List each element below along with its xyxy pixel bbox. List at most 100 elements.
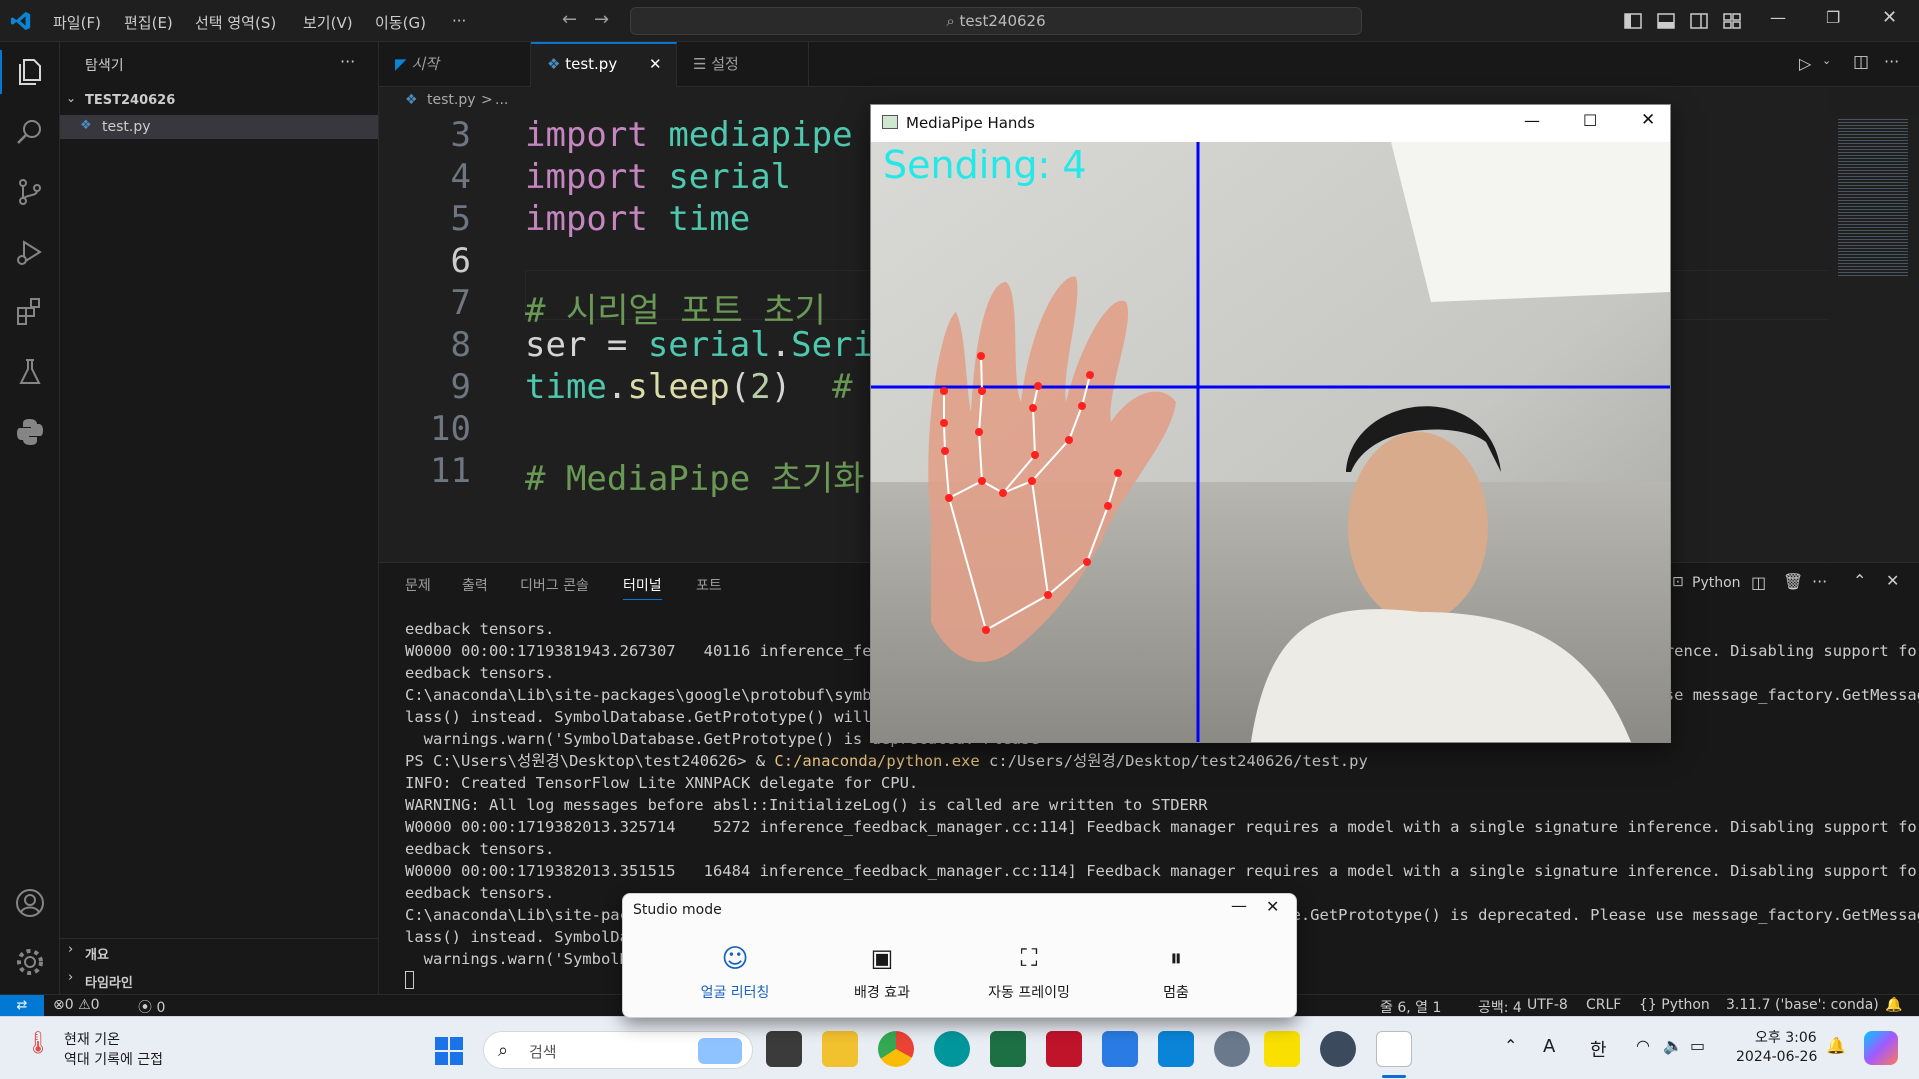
timeline-section[interactable]: › 타임라인	[60, 968, 378, 992]
tab-test-py[interactable]: ❖ test.py ✕	[531, 42, 677, 87]
folder-row[interactable]: ⌄ TEST240626	[60, 90, 378, 112]
close-panel-icon[interactable]: ✕	[1886, 571, 1899, 590]
vscode-logo-icon[interactable]	[10, 10, 32, 32]
clock-time[interactable]: 오후 3:06	[1755, 1027, 1817, 1047]
studio-effects-icon[interactable]	[1320, 1031, 1356, 1067]
kakaotalk-icon[interactable]	[1264, 1031, 1300, 1067]
language-mode[interactable]: {} Python	[1639, 997, 1710, 1013]
close-icon[interactable]: ✕	[1266, 897, 1279, 916]
thermometer-icon[interactable]: 🌡	[24, 1031, 52, 1056]
split-terminal-icon[interactable]: ◫	[1751, 573, 1766, 592]
menu-go[interactable]: 이동(G)	[375, 12, 426, 33]
extensions-icon[interactable]	[14, 296, 46, 328]
minimize-icon[interactable]: —	[1770, 8, 1786, 27]
weather-subtitle[interactable]: 역대 기록에 근접	[64, 1049, 163, 1069]
menu-file[interactable]: 파일(F)	[53, 12, 101, 33]
encoding[interactable]: UTF-8	[1527, 997, 1568, 1013]
ime-korean[interactable]: 한	[1590, 1036, 1607, 1062]
toggle-panel-icon[interactable]	[1657, 12, 1675, 30]
toggle-secondary-sidebar-icon[interactable]	[1690, 12, 1708, 30]
menu-more[interactable]: ···	[452, 12, 466, 30]
manage-gear-icon[interactable]	[14, 946, 46, 978]
battery-icon[interactable]: ▭	[1690, 1036, 1705, 1055]
task-view-icon[interactable]	[766, 1031, 802, 1067]
panel-tab-ports[interactable]: 포트	[696, 575, 722, 595]
blank-window-icon[interactable]	[1376, 1031, 1412, 1067]
face-retouch-option[interactable]: ☺ 얼굴 리터칭	[675, 944, 795, 1002]
sidebar-more-button[interactable]: ···	[340, 52, 355, 71]
notifications-bell-icon[interactable]: 🔔	[1885, 997, 1902, 1013]
mediapipe-titlebar[interactable]: MediaPipe Hands — ☐ ✕	[871, 105, 1670, 142]
remote-indicator-icon[interactable]: ⇄	[0, 995, 44, 1016]
customize-layout-icon[interactable]	[1723, 12, 1741, 30]
maximize-icon[interactable]: ☐	[1583, 111, 1597, 130]
menu-view[interactable]: 보기(V)	[303, 12, 353, 33]
python-icon[interactable]	[14, 416, 46, 448]
maximize-panel-icon[interactable]: ⌃	[1853, 571, 1866, 590]
source-control-icon[interactable]	[14, 176, 46, 208]
search-icon[interactable]	[14, 116, 46, 148]
weather-title[interactable]: 현재 기온	[64, 1029, 120, 1049]
panel-tab-debug-console[interactable]: 디버그 콘솔	[520, 575, 589, 595]
restore-icon[interactable]: ❐	[1826, 8, 1840, 27]
explorer-icon[interactable]	[14, 56, 46, 88]
close-icon[interactable]: ✕	[1641, 110, 1655, 130]
notepad-icon[interactable]	[1102, 1031, 1138, 1067]
pause-option[interactable]: ⏸ 멈춤	[1116, 944, 1236, 1002]
settings-gear-icon[interactable]	[1214, 1031, 1250, 1067]
forward-arrow-icon[interactable]: →	[594, 9, 609, 30]
ime-english[interactable]: A	[1543, 1036, 1555, 1057]
back-arrow-icon[interactable]: ←	[562, 9, 577, 30]
tab-settings[interactable]: ☰ 설정	[677, 42, 809, 87]
close-icon[interactable]: ✕	[1882, 7, 1897, 28]
minimap[interactable]	[1830, 115, 1919, 562]
editor-more-icon[interactable]: ···	[1884, 52, 1899, 71]
ports-indicator[interactable]: ⦿ 0	[138, 997, 165, 1017]
tab-welcome[interactable]: ◤ 시작	[379, 42, 531, 87]
run-debug-icon[interactable]	[14, 236, 46, 268]
background-effect-option[interactable]: ▣ 배경 효과	[822, 944, 942, 1002]
errors-warnings[interactable]: ⊗0 ⚠0	[53, 997, 100, 1013]
toggle-sidebar-icon[interactable]	[1624, 12, 1642, 30]
notification-icon[interactable]: 🔔	[1826, 1036, 1846, 1055]
menu-edit[interactable]: 편집(E)	[124, 12, 173, 33]
end-of-line[interactable]: CRLF	[1586, 997, 1621, 1013]
copilot-icon[interactable]	[1864, 1031, 1898, 1065]
testing-flask-icon[interactable]	[14, 356, 46, 388]
clock-date[interactable]: 2024-06-26	[1736, 1049, 1817, 1065]
indentation[interactable]: 공백: 4	[1478, 997, 1522, 1017]
file-explorer-icon[interactable]	[822, 1031, 858, 1067]
command-center-search[interactable]: ⌕ test240626	[630, 7, 1362, 35]
camera-feed[interactable]: Sending: 4	[871, 142, 1670, 742]
panel-tab-problems[interactable]: 문제	[405, 575, 431, 595]
file-row-selected[interactable]: ❖ test.py	[60, 115, 378, 139]
arduino-icon[interactable]	[934, 1031, 970, 1067]
breadcrumb-rest[interactable]: ...	[495, 92, 508, 108]
split-editor-icon[interactable]: ◫	[1853, 52, 1869, 72]
cursor-position[interactable]: 줄 6, 열 1	[1380, 997, 1441, 1017]
windows-start-icon[interactable]	[434, 1036, 464, 1066]
run-icon[interactable]: ▷	[1799, 54, 1811, 73]
minimize-icon[interactable]: —	[1524, 111, 1540, 130]
menu-selection[interactable]: 선택 영역(S)	[195, 12, 276, 33]
acrobat-icon[interactable]	[1046, 1031, 1082, 1067]
breadcrumb-file[interactable]: test.py	[427, 92, 476, 108]
panel-tab-output[interactable]: 출력	[462, 575, 488, 595]
terminal-shell-label[interactable]: Python	[1692, 575, 1741, 591]
chevron-down-icon[interactable]: ⌄	[1822, 54, 1831, 67]
taskbar-search-box[interactable]: ⌕ 검색	[483, 1031, 753, 1069]
chevron-up-icon[interactable]: ⌃	[1504, 1036, 1517, 1055]
volume-icon[interactable]: 🔈	[1663, 1036, 1683, 1055]
outline-section[interactable]: › 개요	[60, 940, 378, 964]
vscode-taskbar-icon[interactable]	[1158, 1031, 1194, 1067]
wifi-icon[interactable]: ◠	[1636, 1036, 1650, 1055]
accounts-icon[interactable]	[14, 887, 46, 919]
python-interpreter[interactable]: 3.11.7 ('base': conda)	[1726, 997, 1879, 1013]
minimize-icon[interactable]: —	[1231, 896, 1247, 915]
trash-icon[interactable]: 🗑	[1783, 572, 1803, 591]
panel-more-icon[interactable]: ···	[1812, 572, 1827, 591]
auto-framing-option[interactable]: ⛶ 자동 프레이밍	[969, 944, 1089, 1002]
close-icon[interactable]: ✕	[649, 44, 662, 85]
panel-tab-terminal[interactable]: 터미널	[623, 575, 662, 600]
chrome-icon[interactable]	[878, 1031, 914, 1067]
